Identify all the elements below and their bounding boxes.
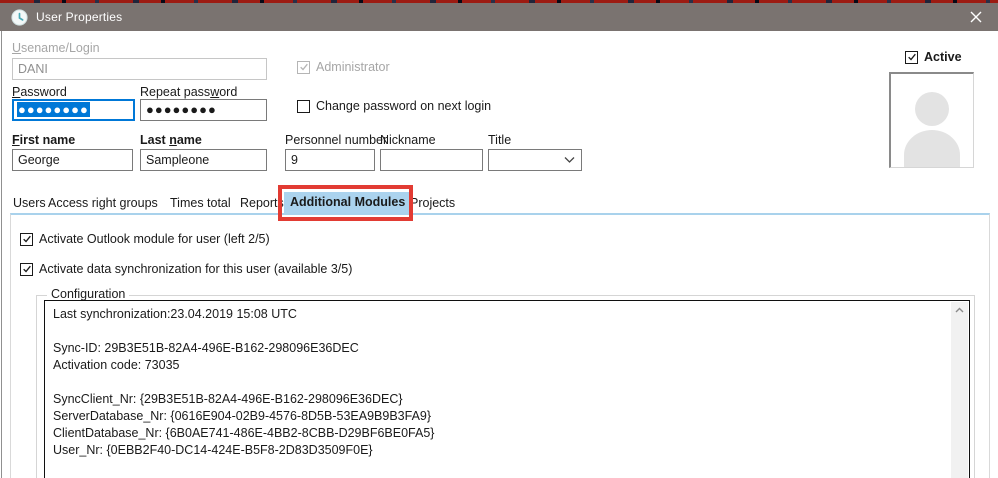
last-name-field[interactable]: Sampleone — [140, 149, 267, 171]
close-button[interactable] — [960, 3, 992, 31]
activate-sync-label: Activate data synchronization for this u… — [39, 262, 352, 276]
window-titlebar[interactable]: User Properties — [0, 3, 998, 31]
config-line: Last synchronization:23.04.2019 15:08 UT… — [53, 306, 943, 323]
window-title: User Properties — [36, 10, 122, 24]
config-line: ServerDatabase_Nr: {0616E904-02B9-4576-8… — [53, 408, 943, 425]
configuration-textarea[interactable]: Last synchronization:23.04.2019 15:08 UT… — [44, 300, 970, 478]
personnel-number-label: Personnel number — [285, 133, 387, 147]
administrator-checkbox: Administrator — [297, 60, 390, 74]
activate-outlook-checkbox-box — [20, 233, 33, 246]
administrator-checkbox-box — [297, 61, 310, 74]
tab-projects[interactable]: Projects — [410, 193, 455, 213]
config-line: ClientDatabase_Nr: {6B0AE741-486E-4BB2-8… — [53, 425, 943, 442]
title-dropdown[interactable] — [488, 149, 582, 171]
activate-outlook-label: Activate Outlook module for user (left 2… — [39, 232, 270, 246]
activate-outlook-checkbox[interactable]: Activate Outlook module for user (left 2… — [20, 232, 270, 246]
tab-reports[interactable]: Reports — [240, 193, 284, 213]
active-label: Active — [924, 50, 962, 64]
repeat-password-label: Repeat password — [140, 85, 237, 99]
tab-users[interactable]: Users — [13, 193, 46, 213]
checkmark-icon — [22, 234, 32, 244]
configuration-text: Last synchronization:23.04.2019 15:08 UT… — [53, 306, 943, 478]
checkmark-icon — [299, 62, 309, 72]
activate-sync-checkbox-box — [20, 263, 33, 276]
password-selected-text: ●●●●●●●● — [17, 102, 90, 117]
person-silhouette-icon — [894, 83, 970, 167]
active-checkbox[interactable]: Active — [905, 50, 962, 64]
config-line — [53, 374, 943, 391]
configuration-legend: Configuration — [47, 287, 129, 301]
last-name-label: Last name — [140, 133, 202, 147]
clock-app-icon — [11, 9, 28, 26]
chevron-down-icon — [564, 156, 575, 164]
first-name-field[interactable]: George — [12, 149, 133, 171]
config-line: User_Nr: {0EBB2F40-DC14-424E-B5F8-2D83D3… — [53, 442, 943, 459]
tab-additional-modules[interactable]: Additional Modules — [284, 192, 411, 213]
first-name-label: First name — [12, 133, 75, 147]
vertical-scrollbar[interactable] — [951, 302, 968, 478]
checkmark-icon — [22, 264, 32, 274]
config-line — [53, 323, 943, 340]
user-photo-placeholder — [889, 72, 974, 168]
scrollbar-up-button[interactable] — [951, 302, 968, 318]
chevron-up-icon — [955, 307, 964, 313]
tab-times-total[interactable]: Times total — [170, 193, 231, 213]
change-password-label: Change password on next login — [316, 99, 491, 113]
title-label: Title — [488, 133, 511, 147]
nickname-field[interactable] — [380, 149, 483, 171]
dialog-left-border — [1, 31, 2, 478]
tab-access-right-groups[interactable]: Access right groups — [48, 193, 158, 213]
username-label: Usename/Login — [12, 41, 100, 55]
user-properties-dialog: User Properties Usename/Login DANI Admin… — [0, 0, 998, 478]
config-line: SyncClient_Nr: {29B3E51B-82A4-496E-B162-… — [53, 391, 943, 408]
checkmark-icon — [907, 52, 917, 62]
password-label: Password — [12, 85, 67, 99]
repeat-password-text: ●●●●●●●● — [146, 102, 217, 117]
repeat-password-field[interactable]: ●●●●●●●● — [140, 99, 267, 121]
config-line: Activation code: 73035 — [53, 357, 943, 374]
activate-sync-checkbox[interactable]: Activate data synchronization for this u… — [20, 262, 352, 276]
nickname-label: Nickname — [380, 133, 436, 147]
username-field[interactable]: DANI — [12, 58, 267, 80]
password-field[interactable]: ●●●●●●●● — [12, 99, 135, 121]
change-password-checkbox-box — [297, 100, 310, 113]
active-checkbox-box — [905, 51, 918, 64]
close-icon — [970, 11, 982, 23]
administrator-label: Administrator — [316, 60, 390, 74]
config-line: Sync-ID: 29B3E51B-82A4-496E-B162-298096E… — [53, 340, 943, 357]
personnel-number-field[interactable]: 9 — [285, 149, 375, 171]
change-password-checkbox[interactable]: Change password on next login — [297, 99, 491, 113]
